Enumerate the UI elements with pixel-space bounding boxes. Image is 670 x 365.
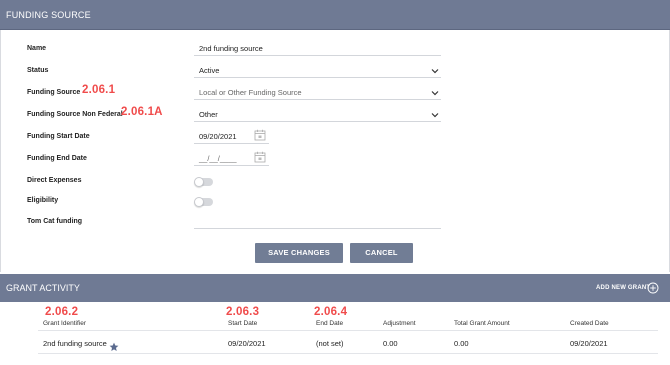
add-new-grant-link[interactable]: ADD NEW GRANT <box>596 285 650 291</box>
plus-circle-icon[interactable] <box>647 281 659 294</box>
chevron-down-icon[interactable] <box>430 88 440 98</box>
funding-source-label: Funding Source <box>27 89 81 96</box>
grant-activity-header: GRANT ACTIVITY ADD NEW GRANT <box>0 274 670 302</box>
cell-start-date: 09/20/2021 <box>228 339 266 348</box>
tom-cat-funding-underline <box>194 228 441 229</box>
cancel-button[interactable]: CANCEL <box>350 243 413 263</box>
row-divider <box>38 353 658 354</box>
column-header-created-date[interactable]: Created Date <box>570 320 609 327</box>
name-input[interactable]: 2nd funding source <box>199 44 263 53</box>
name-underline <box>194 55 441 56</box>
funding-end-date-underline <box>194 165 269 166</box>
cell-adjustment: 0.00 <box>383 339 398 348</box>
status-underline <box>194 77 441 78</box>
column-header-adjustment[interactable]: Adjustment <box>383 320 416 327</box>
column-header-grant-identifier[interactable]: Grant Identifier <box>43 320 86 327</box>
eligibility-label: Eligibility <box>27 197 59 204</box>
column-header-start-date[interactable]: Start Date <box>228 320 257 327</box>
funding-end-date-label: Funding End Date <box>27 155 87 162</box>
star-icon[interactable] <box>109 339 119 351</box>
chevron-down-icon[interactable] <box>430 110 440 120</box>
annotation-2-06-4: 2.06.4 <box>314 306 348 318</box>
funding-source-non-federal-underline <box>194 121 441 122</box>
status-label: Status <box>27 67 49 74</box>
funding-source-underline <box>194 99 441 100</box>
direct-expenses-label: Direct Expenses <box>27 177 82 184</box>
funding-source-header: FUNDING SOURCE <box>0 0 670 30</box>
funding-start-date-label: Funding Start Date <box>27 133 90 140</box>
grant-activity-title: GRANT ACTIVITY <box>6 283 80 293</box>
calendar-icon[interactable] <box>254 151 266 163</box>
cell-end-date: (not set) <box>316 339 344 348</box>
annotation-2-06-2: 2.06.2 <box>45 306 79 318</box>
cell-grant-identifier[interactable]: 2nd funding source <box>43 339 107 348</box>
annotation-2-06-3: 2.06.3 <box>226 306 260 318</box>
direct-expenses-toggle[interactable] <box>194 177 213 187</box>
funding-source-form: Name 2nd funding source Status Active Fu… <box>0 30 670 272</box>
name-label: Name <box>27 45 47 52</box>
column-header-end-date[interactable]: End Date <box>316 320 343 327</box>
calendar-icon[interactable] <box>254 129 266 141</box>
funding-source-non-federal-select[interactable]: Other <box>199 110 218 119</box>
funding-source-non-federal-label: Funding Source Non Federal <box>27 111 123 118</box>
toggle-knob <box>194 197 204 207</box>
eligibility-toggle[interactable] <box>194 197 213 207</box>
cell-total-grant-amount: 0.00 <box>454 339 469 348</box>
save-changes-button[interactable]: SAVE CHANGES <box>255 243 343 263</box>
annotation-2-06-1a: 2.06.1A <box>121 106 163 118</box>
header-divider <box>38 330 658 331</box>
status-select[interactable]: Active <box>199 66 219 75</box>
annotation-2-06-1: 2.06.1 <box>82 84 116 96</box>
funding-start-date-underline <box>194 143 269 144</box>
funding-source-select[interactable]: Local or Other Funding Source <box>199 88 302 97</box>
column-header-total-grant-amount[interactable]: Total Grant Amount <box>454 320 510 327</box>
tom-cat-funding-label: Tom Cat funding <box>27 218 83 225</box>
grant-activity-table: 2.06.2 2.06.3 2.06.4 Grant Identifier St… <box>0 302 670 365</box>
toggle-knob <box>194 177 204 187</box>
cell-created-date: 09/20/2021 <box>570 339 608 348</box>
chevron-down-icon[interactable] <box>430 66 440 76</box>
page-title: FUNDING SOURCE <box>6 10 91 20</box>
funding-end-date-input[interactable]: __/__/____ <box>199 154 237 163</box>
funding-start-date-input[interactable]: 09/20/2021 <box>199 132 237 141</box>
